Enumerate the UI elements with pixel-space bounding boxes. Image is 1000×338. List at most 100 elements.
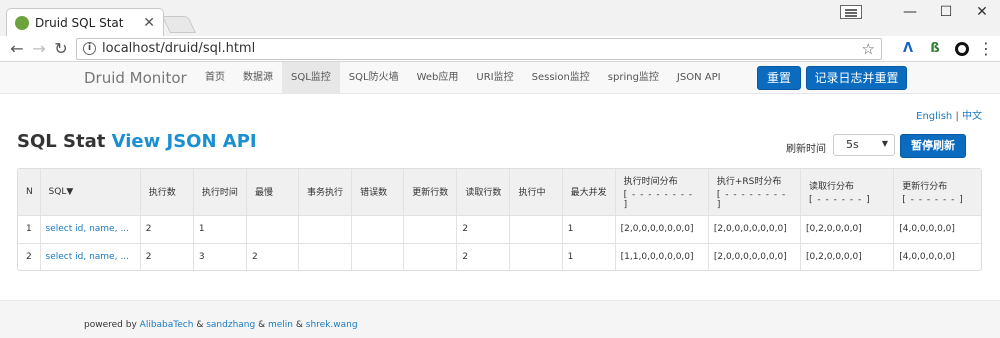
url-text[interactable]: localhost/druid/sql.html (102, 41, 862, 56)
column-header-label: 读取行分布 (809, 181, 855, 192)
menu-item-uri-monitor[interactable]: URI监控 (467, 62, 522, 94)
column-header: 读取行分布 [ - - - - - - ] (800, 169, 894, 215)
refresh-interval-value: 5s (846, 138, 859, 151)
column-header: 执行中 (509, 169, 563, 215)
browser-titlebar: Druid SQL Stat ✕ — ☐ ✕ (0, 0, 1000, 36)
log-and-reset-button[interactable]: 记录日志并重置 (806, 66, 907, 90)
table-cell: 1 (561, 214, 616, 243)
refresh-interval-label: 刷新时间 (786, 144, 826, 155)
browser-menu-icon[interactable]: ⋮ (978, 39, 994, 58)
column-header-label: 更新行数 (412, 188, 449, 199)
maximize-button[interactable]: ☐ (928, 4, 964, 20)
language-switcher: English | 中文 (916, 107, 982, 122)
new-tab-button[interactable] (162, 16, 196, 33)
page-title: SQL Stat View JSON API (17, 131, 257, 152)
column-header-label: 错误数 (360, 188, 388, 199)
footer-amp: & (295, 320, 303, 330)
sql-detail-link[interactable]: select id, name, ... (46, 224, 129, 234)
footer-author-link[interactable]: sandzhang (206, 320, 255, 330)
brand-title[interactable]: Druid Monitor (84, 69, 187, 87)
table-cell: [1,1,0,0,0,0,0,0] (614, 242, 709, 270)
table-cell: [2,0,0,0,0,0,0,0] (707, 242, 801, 270)
table-cell: 2 (139, 214, 194, 243)
footer-author-link[interactable]: shrek.wang (306, 320, 358, 330)
address-bar[interactable]: i localhost/druid/sql.html ☆ (76, 37, 882, 60)
table-cell (298, 242, 352, 270)
menu-item-session-monitor[interactable]: Session监控 (523, 62, 599, 94)
lang-separator: | (955, 111, 959, 122)
column-header-label: 最慢 (254, 188, 273, 199)
pause-refresh-button[interactable]: 暂停刷新 (900, 134, 966, 158)
column-header: 事务执行 (298, 169, 352, 215)
table-cell (245, 214, 299, 243)
table-cell: 2 (456, 214, 510, 243)
menu-item-spring-monitor[interactable]: spring监控 (599, 62, 668, 94)
refresh-interval-select[interactable]: 5s ▼ (833, 134, 895, 156)
lang-chinese-link[interactable]: 中文 (962, 111, 982, 122)
minimize-button[interactable]: — (892, 4, 928, 20)
table-cell: 1 (192, 214, 247, 243)
menu-item-json-api[interactable]: JSON API (668, 62, 730, 94)
forward-arrow-icon[interactable]: → (28, 39, 50, 58)
menu-item-sql-monitor[interactable]: SQL监控 (282, 62, 340, 94)
menu-item-home[interactable]: 首页 (196, 62, 234, 94)
column-header-label: 执行+RS时分布 (716, 176, 782, 187)
reset-button[interactable]: 重置 (757, 66, 801, 90)
view-json-api-link[interactable]: View JSON API (112, 131, 257, 152)
extension-b-icon[interactable]: ß (926, 40, 944, 58)
menu-item-web-app[interactable]: Web应用 (408, 62, 468, 94)
table-cell (509, 242, 563, 270)
column-header: 错误数 (351, 169, 404, 215)
column-header: 执行时间 (192, 169, 247, 215)
extension-circle-icon[interactable] (955, 41, 969, 56)
column-header: 读取行数 (456, 169, 510, 215)
browser-tab[interactable]: Druid SQL Stat ✕ (6, 8, 164, 36)
druid-navbar: Druid Monitor 首页 数据源 SQL监控 SQL防火墙 Web应用 … (0, 62, 1000, 94)
sql-stat-table: N SQL▼ 执行数 执行时间 最慢 事务执行 错误数 更新行数 读取行数 执行中 最大并发 执行时间… (17, 168, 982, 271)
table-row: 1 select id, name, ... 2 1 2 1 [2,0,0,0,0,0,0,… (18, 214, 981, 243)
menu-item-sql-firewall[interactable]: SQL防火墙 (340, 62, 408, 94)
footer-author-link[interactable]: melin (268, 320, 293, 330)
table-cell: 1 (561, 242, 616, 270)
browser-toolbar: ← → ↻ i localhost/druid/sql.html ☆ Λ ß ⋮ (0, 36, 1000, 62)
table-cell: select id, name, ... (39, 214, 141, 243)
table-cell: 2 (139, 242, 194, 270)
table-cell (298, 214, 352, 243)
table-cell: select id, name, ... (39, 242, 141, 270)
close-window-button[interactable]: ✕ (964, 4, 1000, 20)
reload-icon[interactable]: ↻ (50, 39, 72, 58)
menu-item-datasource[interactable]: 数据源 (234, 62, 282, 94)
column-subheader: [ - - - - - - ] (809, 194, 871, 205)
close-tab-icon[interactable]: ✕ (143, 15, 155, 31)
window-controls: — ☐ ✕ (840, 0, 1000, 24)
sql-detail-link[interactable]: select id, name, ... (46, 252, 129, 262)
column-header-label: 事务执行 (307, 188, 344, 199)
user-profile-icon[interactable] (840, 5, 862, 19)
table-cell (403, 214, 457, 243)
table-cell: [0,2,0,0,0,0] (800, 214, 894, 243)
table-row: 2 select id, name, ... 2 3 2 2 1 [1,1,0,0,0,0,0… (18, 242, 981, 270)
extension-a-icon[interactable]: Λ (899, 40, 917, 58)
column-header: N (18, 169, 41, 215)
table-cell (351, 242, 404, 270)
footer-author-link[interactable]: AlibabaTech (140, 320, 194, 330)
back-arrow-icon[interactable]: ← (6, 39, 28, 58)
table-header-row: N SQL▼ 执行数 执行时间 最慢 事务执行 错误数 更新行数 读取行数 执行中 最大并发 执行时间… (18, 169, 981, 215)
lang-english-link[interactable]: English (916, 111, 952, 122)
column-header[interactable]: SQL▼ (39, 169, 141, 215)
column-header: 更新行数 (403, 169, 457, 215)
table-cell: 2 (18, 242, 41, 270)
footer-credits: powered by AlibabaTech & sandzhang & mel… (84, 320, 358, 330)
table-cell: [4,0,0,0,0,0] (893, 242, 981, 270)
table-cell (351, 214, 404, 243)
page-title-text: SQL Stat (17, 131, 106, 152)
table-cell: 2 (456, 242, 510, 270)
column-header: 执行+RS时分布 [ - - - - - - - - ] (707, 169, 801, 215)
info-icon[interactable]: i (83, 42, 96, 55)
main-menu: 首页 数据源 SQL监控 SQL防火墙 Web应用 URI监控 Session监… (196, 62, 730, 94)
footer-amp: & (196, 320, 204, 330)
column-header: 更新行分布 [ - - - - - - ] (893, 169, 981, 215)
column-subheader: [ - - - - - - ] (902, 194, 964, 205)
column-header: 执行时间分布 [ - - - - - - - - ] (614, 169, 709, 215)
bookmark-star-icon[interactable]: ☆ (862, 40, 875, 58)
